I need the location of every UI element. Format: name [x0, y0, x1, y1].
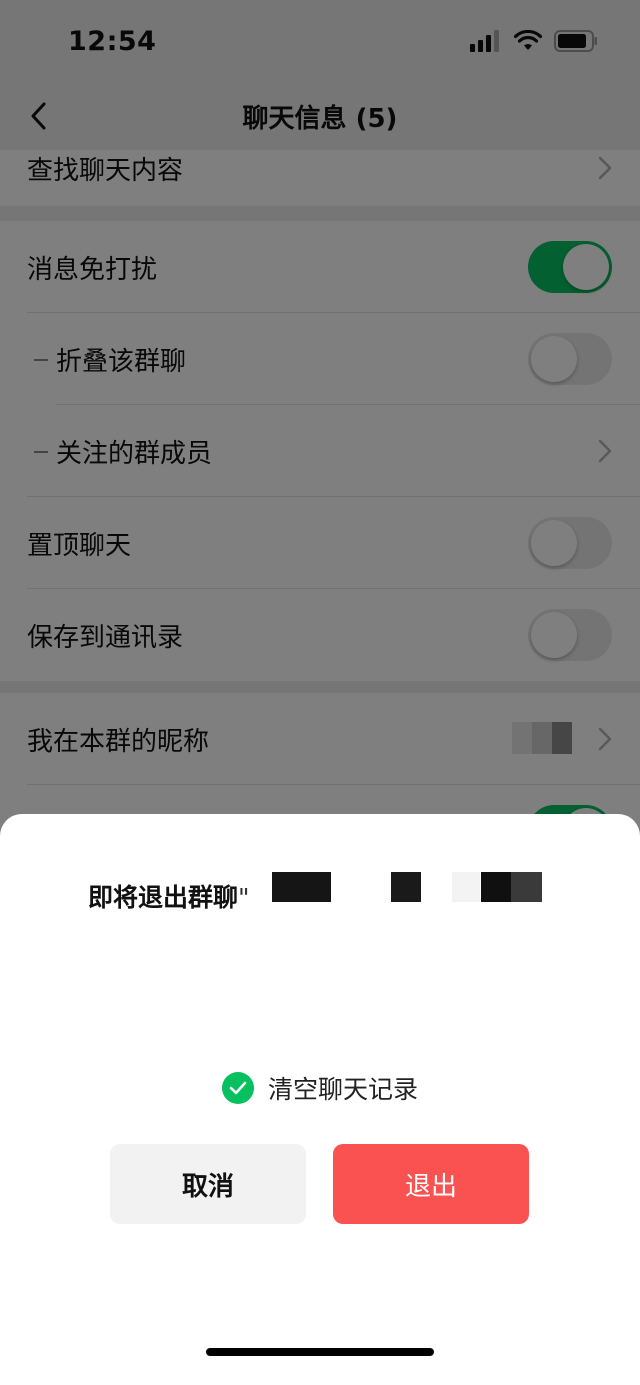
group-name-redacted [452, 872, 480, 902]
dialog-title-text: 即将退出群聊 [88, 883, 239, 912]
group-name-redacted [391, 872, 421, 902]
group-name-redacted [272, 872, 331, 902]
home-indicator [206, 1348, 434, 1356]
dialog-title-quote: " [238, 883, 250, 912]
check-circle-icon[interactable] [221, 1072, 254, 1104]
cancel-button[interactable]: 取消 [110, 1144, 306, 1224]
dialog-title: 即将退出群聊" [88, 878, 250, 914]
exit-button[interactable]: 退出 [333, 1144, 529, 1224]
clear-history-option[interactable]: 清空聊天记录 [0, 1070, 640, 1106]
group-name-redacted [511, 872, 542, 902]
group-name-redacted [481, 872, 511, 902]
exit-group-sheet: 即将退出群聊" 清空聊天记录 取消 退出 [0, 814, 640, 1385]
clear-history-label: 清空聊天记录 [267, 1075, 418, 1104]
